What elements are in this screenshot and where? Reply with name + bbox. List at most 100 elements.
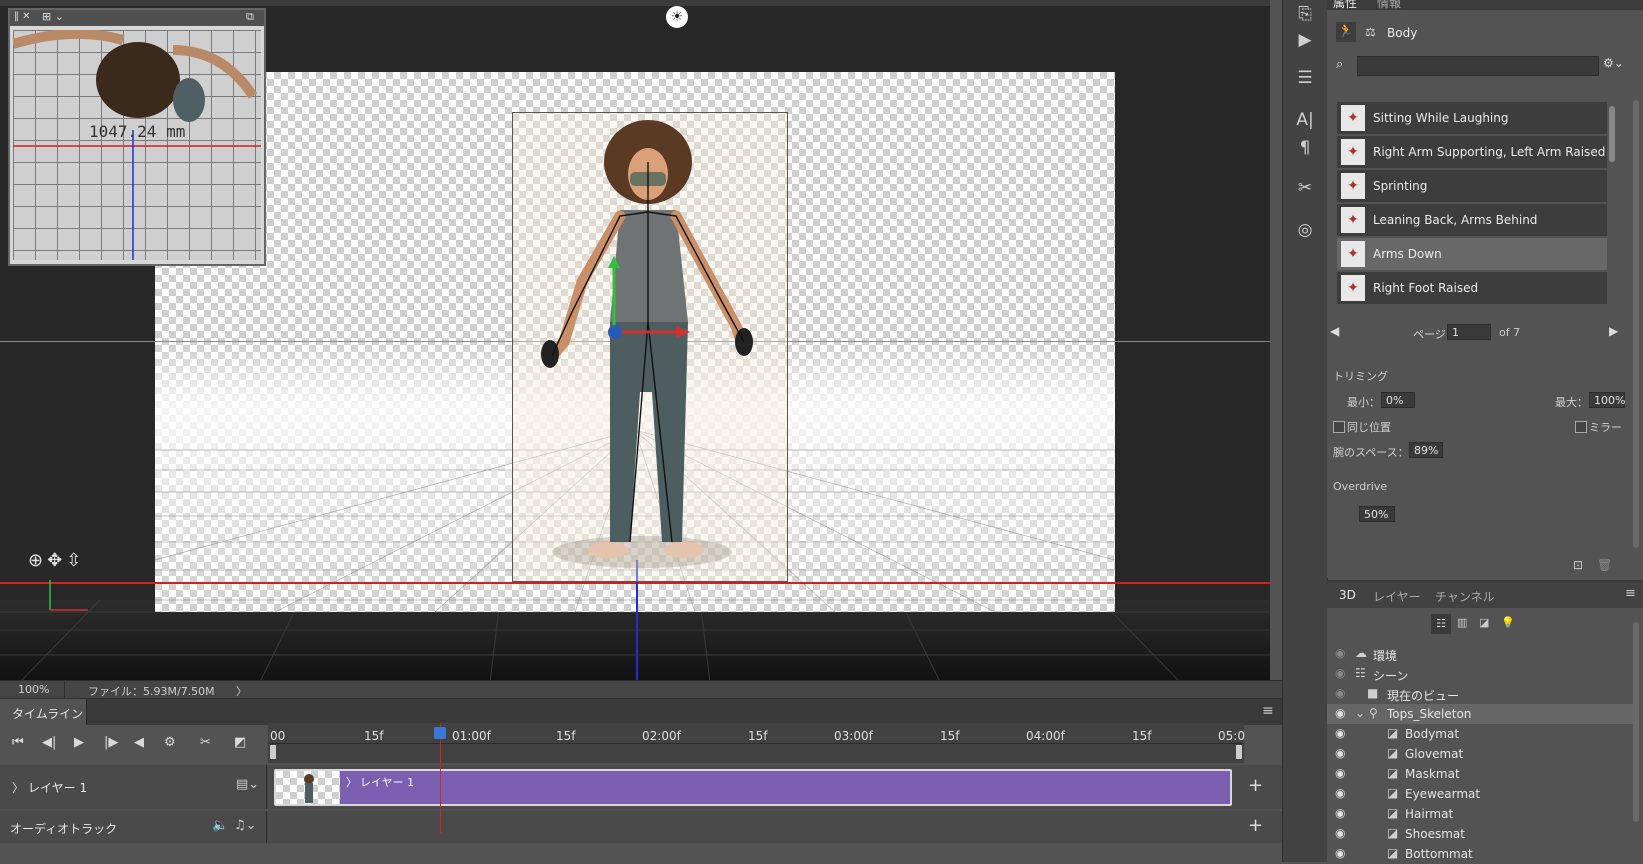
tree-item-material[interactable]: ◉ ◪ Glovemat xyxy=(1327,744,1637,764)
playhead-line[interactable] xyxy=(440,723,441,833)
next-page-arrow-icon[interactable]: ▶ xyxy=(1609,324,1618,338)
go-to-first-frame-icon[interactable]: ⏮ xyxy=(12,735,24,750)
tree-item-material[interactable]: ◉ ◪ Bottommat xyxy=(1327,844,1637,864)
scale-icon[interactable]: ⚖ xyxy=(1365,25,1376,39)
previous-page-arrow-icon[interactable]: ◀ xyxy=(1330,324,1339,338)
history-icon[interactable]: ⎘ xyxy=(1293,2,1317,26)
visibility-eye-icon[interactable]: ◉ xyxy=(1335,666,1345,680)
transition-icon[interactable]: ◩ xyxy=(234,735,246,750)
swap-view-icon[interactable]: ⧉ xyxy=(246,10,254,24)
3d-camera-tools[interactable]: ⊕✥⇳ xyxy=(28,550,85,571)
3d-panel-scrollbar[interactable] xyxy=(1633,622,1639,822)
audio-mute-icon[interactable]: ◀ xyxy=(134,735,144,750)
visibility-eye-icon[interactable]: ◉ xyxy=(1335,686,1345,700)
secondary-view-titlebar[interactable]: ‖ ✕ ⊞ ⌄ ⧉ xyxy=(10,10,264,26)
panel-menu-icon[interactable]: ≡ xyxy=(1625,586,1636,601)
video-clip[interactable]: 〉 レイヤー 1 xyxy=(274,769,1232,806)
canvas-area[interactable]: ⊕✥⇳ ☀ ‖ ✕ ⊞ ⌄ ⧉ 1047.24 mm xyxy=(0,0,1270,682)
material-filter-icon[interactable]: ◪ xyxy=(1479,616,1489,629)
track-expand-chevron-icon[interactable]: 〉 xyxy=(12,779,24,796)
close-icon[interactable]: ‖ ✕ xyxy=(14,11,31,22)
pose-list-scrollbar[interactable] xyxy=(1609,106,1615,162)
trash-icon[interactable]: 🗑 xyxy=(1597,558,1612,572)
tree-item-material[interactable]: ◉ ◪ Shoesmat xyxy=(1327,824,1637,844)
list-item[interactable]: ✦ Leaning Back, Arms Behind xyxy=(1337,204,1607,238)
split-scissors-icon[interactable]: ✂ xyxy=(200,735,211,750)
tab-info[interactable]: 情報 xyxy=(1377,0,1401,11)
visibility-eye-icon[interactable]: ◉ xyxy=(1335,706,1345,720)
music-note-icon[interactable]: ♫⌄ xyxy=(234,818,257,833)
tree-item-tops-skeleton[interactable]: ◉ ⌄ ⚲ Tops_Skeleton xyxy=(1327,704,1637,724)
add-audio-plus-icon[interactable]: + xyxy=(1248,815,1263,836)
playhead-handle[interactable] xyxy=(434,727,446,739)
list-item[interactable]: ✦ Right Arm Supporting, Left Arm Raised xyxy=(1337,136,1607,170)
visibility-eye-icon[interactable]: ◉ xyxy=(1335,746,1345,760)
visibility-eye-icon[interactable]: ◉ xyxy=(1335,646,1345,660)
tab-properties[interactable]: 属性 xyxy=(1333,0,1357,11)
tree-item-current-view[interactable]: ◉ ■ 現在のビュー xyxy=(1327,684,1637,704)
pan-icon[interactable]: ✥ xyxy=(47,550,66,571)
layer-comps-icon[interactable]: ☰ xyxy=(1293,66,1317,90)
tab-layers[interactable]: レイヤー xyxy=(1373,588,1421,605)
tree-item-scene[interactable]: ◉ ☷ シーン xyxy=(1327,664,1637,684)
settings-gear-icon[interactable]: ⚙⌄ xyxy=(1603,56,1624,70)
list-item[interactable]: ✦ Sprinting xyxy=(1337,170,1607,204)
zoom-level[interactable]: 100% xyxy=(18,683,49,696)
3d-figure-model[interactable] xyxy=(512,112,786,580)
add-media-plus-icon[interactable]: + xyxy=(1248,775,1263,796)
min-input[interactable]: 0% xyxy=(1381,392,1415,408)
same-position-checkbox[interactable] xyxy=(1333,421,1345,433)
save-pose-icon[interactable]: ⊡ xyxy=(1573,558,1583,572)
dolly-icon[interactable]: ⇳ xyxy=(66,550,85,571)
visibility-eye-icon[interactable]: ◉ xyxy=(1335,806,1345,820)
list-item[interactable]: ✦ Right Foot Raised xyxy=(1337,272,1607,306)
paragraph-icon[interactable]: ¶ xyxy=(1293,136,1317,160)
camera-view-menu-icon[interactable]: ⊞ ⌄ xyxy=(42,10,64,23)
status-arrow-icon[interactable]: 〉 xyxy=(236,683,247,699)
actions-play-icon[interactable]: ▶ xyxy=(1293,28,1317,52)
panel-menu-icon[interactable]: ≡ xyxy=(1262,703,1274,719)
visibility-eye-icon[interactable]: ◉ xyxy=(1335,846,1345,860)
tab-3d[interactable]: 3D xyxy=(1339,588,1356,602)
arm-space-input[interactable]: 89% xyxy=(1409,442,1443,458)
work-area-end-handle[interactable] xyxy=(1236,745,1242,759)
tab-timeline[interactable]: タイムライン xyxy=(0,699,87,725)
tree-item-material[interactable]: ◉ ◪ Bodymat xyxy=(1327,724,1637,744)
tree-item-material[interactable]: ◉ ◪ Hairmat xyxy=(1327,804,1637,824)
list-item[interactable]: ✦ Sitting While Laughing xyxy=(1337,102,1607,136)
orbit-icon[interactable]: ⊕ xyxy=(28,550,47,571)
visibility-eye-icon[interactable]: ◉ xyxy=(1335,826,1345,840)
play-icon[interactable]: ▶ xyxy=(74,735,84,750)
speaker-icon[interactable]: 🔈 xyxy=(212,818,228,833)
figure-pose-icon[interactable]: 🏃 xyxy=(1336,22,1356,42)
clip-expand-chevron-icon[interactable]: 〉 xyxy=(346,774,357,790)
properties-scrollbar[interactable] xyxy=(1633,100,1639,548)
page-number-input[interactable]: 1 xyxy=(1447,324,1491,340)
visibility-eye-icon[interactable]: ◉ xyxy=(1335,786,1345,800)
pose-search-input[interactable] xyxy=(1357,56,1599,76)
list-item-selected[interactable]: ✦ Arms Down xyxy=(1337,238,1607,272)
tree-item-material[interactable]: ◉ ◪ Eyewearmat xyxy=(1327,784,1637,804)
audio-track[interactable]: オーディオトラック 🔈 ♫⌄ + xyxy=(0,811,1282,843)
tree-item-environment[interactable]: ◉ ☁ 環境 xyxy=(1327,644,1637,664)
work-area-start-handle[interactable] xyxy=(270,745,276,759)
tab-channels[interactable]: チャンネル xyxy=(1435,588,1495,605)
film-strip-icon[interactable]: ▤⌄ xyxy=(236,777,259,792)
libraries-icon[interactable]: ◎ xyxy=(1293,218,1317,242)
mirror-checkbox[interactable] xyxy=(1575,421,1587,433)
tools-preset-icon[interactable]: ✂ xyxy=(1293,176,1317,200)
light-bulb-icon[interactable]: ☀ xyxy=(666,6,688,28)
overdrive-input[interactable]: 50% xyxy=(1359,506,1395,522)
max-input[interactable]: 100% xyxy=(1589,392,1625,408)
character-icon[interactable]: A| xyxy=(1293,108,1317,132)
visibility-eye-icon[interactable]: ◉ xyxy=(1335,766,1345,780)
mesh-filter-icon[interactable]: ▥ xyxy=(1457,616,1467,629)
whole-scene-filter-icon[interactable]: ☷ xyxy=(1431,614,1451,634)
secondary-view-window[interactable]: ‖ ✕ ⊞ ⌄ ⧉ 1047.24 mm xyxy=(8,8,266,266)
previous-frame-icon[interactable]: ◀| xyxy=(42,735,56,750)
next-frame-icon[interactable]: |▶ xyxy=(104,735,118,750)
settings-gear-icon[interactable]: ⚙ xyxy=(164,735,176,750)
expand-chevron-icon[interactable]: ⌄ xyxy=(1355,706,1365,720)
visibility-eye-icon[interactable]: ◉ xyxy=(1335,726,1345,740)
tree-item-material[interactable]: ◉ ◪ Maskmat xyxy=(1327,764,1637,784)
